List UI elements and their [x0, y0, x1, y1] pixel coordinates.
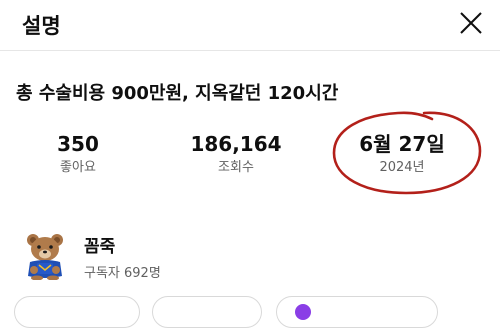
action-chip-1[interactable]	[14, 296, 140, 328]
upload-year: 2024년	[379, 160, 425, 175]
views-label: 조회수	[218, 160, 254, 175]
panel-title: 설명	[22, 14, 61, 38]
likes-stat: 350 좋아요	[38, 131, 118, 178]
likes-count: 350	[57, 132, 99, 156]
chip-icon	[295, 304, 311, 320]
views-count: 186,164	[190, 132, 282, 156]
teddy-bear-avatar-icon[interactable]	[24, 232, 66, 280]
subscriber-count: 구독자 692명	[84, 266, 161, 281]
upload-date: 6월 27일	[359, 132, 445, 156]
channel-name[interactable]: 꼼죽	[84, 232, 115, 257]
upload-date-stat: 6월 27일 2024년	[352, 131, 452, 178]
action-chip-3[interactable]	[276, 296, 438, 328]
action-chip-2[interactable]	[152, 296, 262, 328]
close-icon	[460, 12, 482, 34]
video-title: 총 수술비용 900만원, 지옥같던 120시간	[16, 83, 339, 104]
views-stat: 186,164 조회수	[186, 131, 286, 178]
close-button[interactable]	[454, 6, 488, 40]
description-header: 설명	[0, 0, 500, 48]
likes-label: 좋아요	[60, 160, 96, 175]
header-divider	[0, 50, 500, 51]
